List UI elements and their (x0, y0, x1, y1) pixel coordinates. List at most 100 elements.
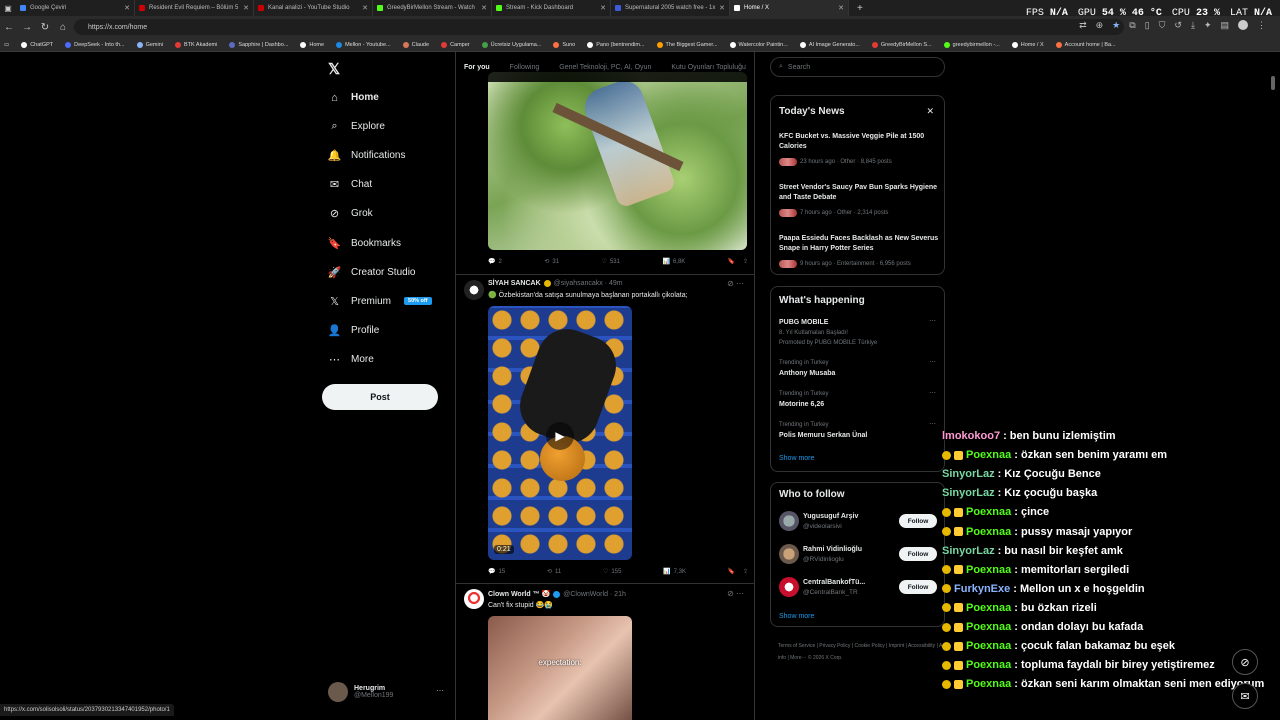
trend-more-icon[interactable]: ⋯ (929, 358, 936, 366)
bookmark-item[interactable]: Claude (402, 41, 429, 48)
show-more-trends[interactable]: Show more (779, 455, 814, 462)
nav-more[interactable]: ⋯ More (328, 353, 374, 366)
chat-username[interactable]: Poexnaa (966, 621, 1011, 633)
tab-community-tech[interactable]: Genel Teknoloji, PC, AI, Oyun (559, 64, 651, 71)
star-icon[interactable]: ★ (1112, 20, 1120, 31)
tab-actions-icon[interactable]: ▣ (0, 4, 16, 13)
reply-button[interactable]: 💬 15 (488, 568, 505, 576)
bookmark-item[interactable]: Pano (bentrendim... (587, 41, 645, 48)
bookmark-item[interactable]: ChatGPT (21, 41, 53, 48)
browser-tab[interactable]: Google Çeviri ✕ (16, 0, 135, 16)
follow-button[interactable]: Follow (899, 580, 937, 594)
tab-for-you[interactable]: For you (464, 64, 490, 71)
reply-button[interactable]: 💬 2 (488, 258, 502, 266)
tweet-avatar[interactable] (464, 589, 484, 609)
tweet-photo[interactable]: expectation: (488, 616, 632, 720)
trend-name[interactable]: PUBG MOBILE (779, 319, 828, 326)
bookmark-item[interactable]: Suno (553, 41, 575, 48)
messages-float-icon[interactable]: ✉ (1232, 683, 1258, 709)
browser-tab[interactable]: Resident Evil Requiem – Bölüm 5 ✕ (135, 0, 254, 16)
bookmark-item[interactable]: The Biggest Gamer... (656, 41, 718, 48)
trend-name[interactable]: Motorine 6,26 (779, 401, 824, 408)
forward-icon[interactable]: → (18, 22, 36, 33)
follow-button[interactable]: Follow (899, 514, 937, 528)
bookmark-item[interactable]: AI Image Generato... (799, 41, 860, 48)
bookmark-icon[interactable]: 🔖 (728, 258, 735, 265)
news-item-title[interactable]: Paapa Essiedu Faces Backlash as New Seve… (779, 234, 939, 254)
bookmark-item[interactable]: Gemini (136, 41, 163, 48)
bookmark-item[interactable]: Watercolor Paintin... (729, 41, 788, 48)
trend-name[interactable]: Polis Memuru Serkan Ünal (779, 432, 867, 439)
search-input[interactable]: ⌕ Search (770, 57, 945, 77)
nav-profile[interactable]: 👤 Profile (328, 324, 380, 337)
chat-username[interactable]: Poexnaa (966, 659, 1011, 671)
account-more-icon[interactable]: ⋯ (436, 686, 444, 695)
tweet-avatar[interactable] (464, 280, 484, 300)
url-input[interactable]: https://x.com/home (74, 19, 1124, 35)
sidebar-icon[interactable]: ▤ (1220, 20, 1229, 31)
share-icon[interactable]: ⇪ (743, 258, 748, 265)
home-browser-icon[interactable]: ⌂ (54, 22, 72, 33)
views-button[interactable]: 📊 7,3K (663, 568, 686, 576)
split-icon[interactable]: ▯ (1145, 20, 1150, 31)
news-item-title[interactable]: KFC Bucket vs. Massive Veggie Pile at 15… (779, 132, 939, 152)
account-switcher[interactable]: Herugrim @Mellon199 (328, 682, 393, 702)
tweet-author[interactable]: SİYAH SANCAK (488, 280, 541, 287)
close-icon[interactable]: ✕ (926, 106, 934, 117)
chat-username[interactable]: SinyorLaz (942, 487, 995, 499)
footer-links[interactable]: Terms of Service | Privacy Policy | Cook… (778, 640, 948, 664)
tab-close-icon[interactable]: ✕ (362, 4, 368, 12)
chat-username[interactable]: Poexnaa (966, 526, 1011, 538)
show-more-follow[interactable]: Show more (779, 613, 814, 620)
chat-username[interactable]: Poexnaa (966, 506, 1011, 518)
trend-more-icon[interactable]: ⋯ (929, 420, 936, 428)
nav-grok[interactable]: ⊘ Grok (328, 207, 373, 220)
nav-creator-studio[interactable]: 🚀 Creator Studio (328, 266, 416, 279)
nav-premium[interactable]: 𝕏 Premium 50% off (328, 295, 432, 308)
browser-tab[interactable]: Stream - Kick Dashboard ✕ (492, 0, 611, 16)
history-icon[interactable]: ↺ (1174, 20, 1182, 31)
browser-tab[interactable]: Supernatural 2005 watch free - 1x ✕ (611, 0, 730, 16)
chat-username[interactable]: FurkynExe (954, 583, 1010, 595)
share-icon[interactable]: ⇪ (743, 568, 748, 575)
x-logo-icon[interactable]: 𝕏 (328, 60, 340, 78)
chat-username[interactable]: Poexnaa (966, 602, 1011, 614)
bookmark-item[interactable]: Sapphire | Dashbo... (229, 41, 288, 48)
bookmarks-apps-icon[interactable]: ▭ (4, 42, 9, 48)
news-item-title[interactable]: Street Vendor's Saucy Pav Bun Sparks Hyg… (779, 183, 939, 203)
bookmark-item[interactable]: Mellon - Youtube... (336, 41, 391, 48)
post-button[interactable]: Post (322, 384, 438, 410)
profile-avatar-icon[interactable] (1238, 20, 1248, 30)
bookmark-item[interactable]: Home (300, 41, 324, 48)
tab-community-boardgames[interactable]: Kutu Oyunları Topluluğu (671, 64, 746, 71)
bookmark-item[interactable]: Camper (441, 41, 470, 48)
chat-username[interactable]: SinyorLaz (942, 468, 995, 480)
tweet-handle-time[interactable]: @ClownWorld · 21h (563, 591, 626, 598)
chat-username[interactable]: Poexnaa (966, 564, 1011, 576)
download-icon[interactable]: ⤓ (1191, 20, 1195, 31)
like-button[interactable]: ♡ 531 (602, 258, 620, 266)
tab-close-icon[interactable]: ✕ (600, 4, 606, 12)
views-button[interactable]: 📊 6,8K (662, 258, 685, 266)
trend-more-icon[interactable]: ⋯ (929, 317, 936, 325)
bookmark-item[interactable]: BTK Akademi (175, 41, 217, 48)
chat-username[interactable]: Poexnaa (966, 449, 1011, 461)
scrollbar-thumb[interactable] (1271, 76, 1275, 90)
repost-button[interactable]: ⟲ 11 (547, 568, 561, 576)
follow-name[interactable]: Yugusuguf Arşiv (803, 513, 858, 520)
nav-bookmarks[interactable]: 🔖 Bookmarks (328, 237, 401, 250)
chat-username[interactable]: Poexnaa (966, 678, 1011, 690)
follow-avatar[interactable] (779, 577, 799, 597)
grok-icon[interactable]: ⊘ ⋯ (727, 589, 744, 598)
tab-close-icon[interactable]: ✕ (243, 4, 249, 12)
trend-name[interactable]: Anthony Musaba (779, 370, 835, 377)
tweet-photo[interactable] (488, 72, 747, 250)
tweet-video[interactable]: ▶ 0:21 (488, 306, 632, 560)
bookmark-item[interactable]: greedybirmellon -... (943, 41, 1000, 48)
back-icon[interactable]: ← (0, 22, 18, 33)
bookmark-item[interactable]: Ücretsiz Uygulama... (481, 41, 541, 48)
nav-chat[interactable]: ✉ Chat (328, 178, 372, 191)
tab-close-icon[interactable]: ✕ (481, 4, 487, 12)
bookmark-item[interactable]: Account home | Ba... (1055, 41, 1116, 48)
tweet-author[interactable]: Clown World ™ 🤡 (488, 590, 550, 598)
